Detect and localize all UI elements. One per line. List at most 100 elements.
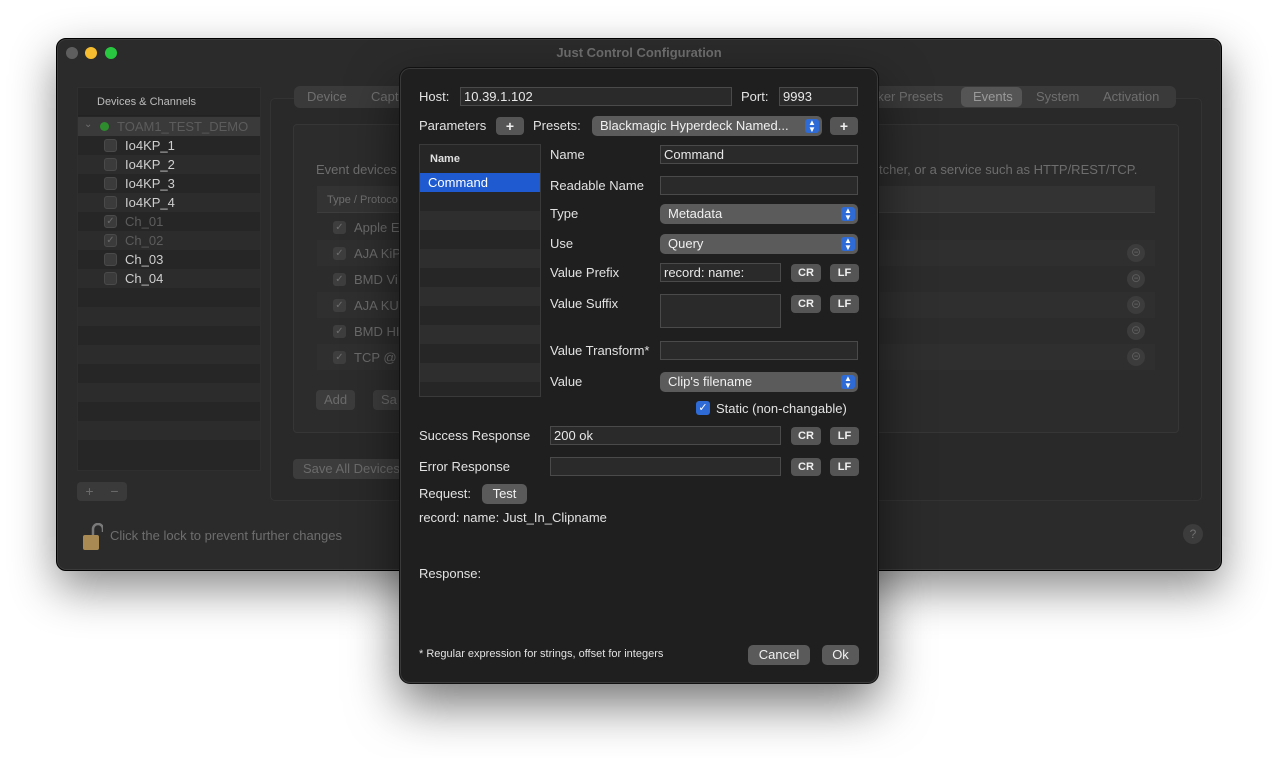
sidebar-channel-item[interactable]: Io4KP_4 (78, 193, 260, 212)
channel-checkbox[interactable] (104, 158, 117, 171)
row-label: AJA KU (354, 298, 399, 313)
row-checkbox[interactable]: ✓ (333, 273, 346, 286)
select-arrows-icon: ▲ ▼ (841, 207, 855, 222)
remove-device-button[interactable]: − (102, 482, 127, 500)
tab-activation[interactable]: Activation (1103, 89, 1159, 104)
ok-button[interactable]: Ok (822, 645, 859, 665)
request-label: Request: (419, 486, 472, 501)
channel-checkbox[interactable] (104, 177, 117, 190)
parameter-list-item[interactable]: Command (420, 173, 540, 192)
type-label: Type (550, 206, 579, 221)
add-parameter-button[interactable]: + (496, 117, 524, 135)
sidebar-channel-item[interactable]: ✓ Ch_02 (78, 231, 260, 250)
tab-device[interactable]: Device (307, 89, 347, 104)
readable-name-label: Readable Name (550, 178, 644, 193)
add-device-button[interactable]: + (77, 482, 102, 500)
tab-capture[interactable]: Capt (371, 89, 398, 104)
channel-checkbox[interactable]: ✓ (104, 215, 117, 228)
channel-checkbox[interactable] (104, 139, 117, 152)
static-label: Static (non-changable) (716, 401, 847, 416)
value-select[interactable]: Clip's filename ▲ ▼ (660, 372, 858, 392)
sidebar-row-stripe (78, 345, 260, 364)
channel-label: Io4KP_2 (125, 157, 175, 172)
remove-row-icon[interactable]: ⊝ (1127, 244, 1145, 262)
sidebar-channel-item[interactable]: Ch_03 (78, 250, 260, 269)
cancel-button[interactable]: Cancel (748, 645, 810, 665)
host-label: Host: (419, 89, 450, 104)
add-event-button[interactable]: Add (316, 390, 356, 410)
port-field[interactable]: 9993 (779, 87, 858, 106)
help-button[interactable]: ? (1183, 524, 1203, 544)
devices-sidebar: Devices & Channels ⌄ TOAM1_TEST_DEMO Io4… (77, 87, 261, 471)
value-prefix-lf-button[interactable]: LF (830, 264, 859, 282)
use-label: Use (550, 236, 574, 251)
lock-open-icon[interactable] (83, 523, 103, 551)
tab-events[interactable]: Events (973, 89, 1013, 104)
sidebar-row-stripe (78, 307, 260, 326)
success-lf-button[interactable]: LF (830, 427, 859, 445)
error-cr-button[interactable]: CR (791, 458, 821, 476)
channel-checkbox[interactable]: ✓ (104, 234, 117, 247)
error-response-field[interactable] (550, 457, 781, 476)
row-checkbox[interactable]: ✓ (333, 299, 346, 312)
success-cr-button[interactable]: CR (791, 427, 821, 445)
row-label: Apple E (354, 220, 400, 235)
row-checkbox[interactable]: ✓ (333, 221, 346, 234)
sidebar-channel-item[interactable]: Io4KP_3 (78, 174, 260, 193)
error-lf-button[interactable]: LF (830, 458, 859, 476)
sidebar-row-stripe (78, 421, 260, 440)
success-response-field[interactable]: 200 ok (550, 426, 781, 445)
use-select[interactable]: Query ▲ ▼ (660, 234, 858, 254)
name-field[interactable]: Command (660, 145, 858, 164)
sidebar-channel-item[interactable]: Io4KP_1 (78, 136, 260, 155)
static-checkbox[interactable]: ✓ (696, 401, 710, 415)
success-response-label: Success Response (419, 428, 531, 443)
parameter-list-header: Name (430, 153, 460, 165)
remove-row-icon[interactable]: ⊝ (1127, 270, 1145, 288)
window-title: Just Control Configuration (556, 45, 722, 60)
footnote-text: * Regular expression for strings, offset… (419, 648, 664, 660)
value-prefix-label: Value Prefix (550, 265, 620, 280)
sidebar-channel-item[interactable]: Ch_04 (78, 269, 260, 288)
sidebar-channel-item[interactable]: Io4KP_2 (78, 155, 260, 174)
row-checkbox[interactable]: ✓ (333, 351, 346, 364)
sidebar-channel-item[interactable]: ✓ Ch_01 (78, 212, 260, 231)
presets-value: Blackmagic Hyperdeck Named... (600, 118, 789, 133)
select-arrows-icon: ▲ ▼ (841, 375, 855, 390)
presets-select[interactable]: Blackmagic Hyperdeck Named... ▲ ▼ (592, 116, 822, 136)
tab-system[interactable]: System (1036, 89, 1079, 104)
test-button[interactable]: Test (482, 484, 527, 504)
value-transform-field[interactable] (660, 341, 858, 360)
channel-checkbox[interactable] (104, 272, 117, 285)
readable-name-field[interactable] (660, 176, 858, 195)
list-row-stripe (420, 287, 540, 306)
channel-label: Ch_03 (125, 252, 164, 267)
value-suffix-lf-button[interactable]: LF (830, 295, 859, 313)
select-arrows-icon: ▲ ▼ (841, 237, 855, 252)
tab-marker-presets[interactable]: rker Presets (873, 89, 943, 104)
row-checkbox[interactable]: ✓ (333, 247, 346, 260)
type-value: Metadata (668, 206, 723, 221)
value-suffix-field[interactable] (660, 294, 781, 328)
value-suffix-cr-button[interactable]: CR (791, 295, 821, 313)
channel-label: Ch_04 (125, 271, 164, 286)
port-label: Port: (741, 89, 769, 104)
row-checkbox[interactable]: ✓ (333, 325, 346, 338)
host-field[interactable]: 10.39.1.102 (460, 87, 732, 106)
value-prefix-field[interactable]: record: name: (660, 263, 781, 282)
response-label: Response: (419, 566, 482, 581)
save-all-devices-button[interactable]: Save All Devices (293, 459, 410, 479)
value-prefix-cr-button[interactable]: CR (791, 264, 821, 282)
select-arrows-icon: ▲ ▼ (805, 119, 819, 134)
sidebar-device-root[interactable]: ⌄ TOAM1_TEST_DEMO (78, 117, 260, 136)
remove-row-icon[interactable]: ⊝ (1127, 322, 1145, 340)
remove-row-icon[interactable]: ⊝ (1127, 348, 1145, 366)
add-preset-button[interactable]: + (830, 117, 858, 135)
remove-row-icon[interactable]: ⊝ (1127, 296, 1145, 314)
chevron-down-icon[interactable]: ⌄ (84, 119, 92, 130)
column-type-protocol: Type / Protoco (327, 194, 398, 206)
channel-checkbox[interactable] (104, 253, 117, 266)
channel-checkbox[interactable] (104, 196, 117, 209)
type-select[interactable]: Metadata ▲ ▼ (660, 204, 858, 224)
value-value: Clip's filename (668, 374, 753, 389)
